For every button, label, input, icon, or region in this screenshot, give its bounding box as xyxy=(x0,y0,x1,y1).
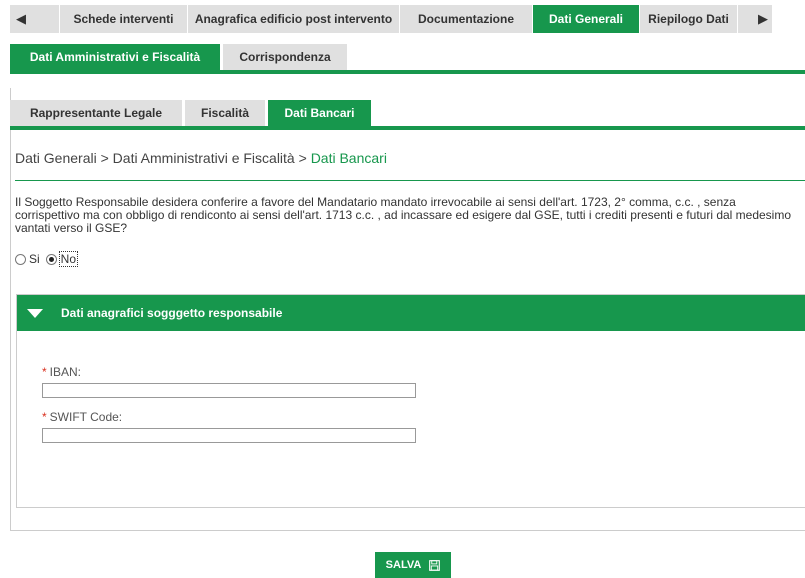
required-asterisk: * xyxy=(42,410,47,424)
radio-no-label[interactable]: No xyxy=(58,251,79,267)
tab-schede-interventi[interactable]: Schede interventi xyxy=(60,5,188,33)
sub-tab-bar: Dati Amministrativi e Fiscalità Corrispo… xyxy=(10,44,805,74)
radio-si[interactable] xyxy=(15,253,26,265)
tab-corrispondenza[interactable]: Corrispondenza xyxy=(223,44,347,70)
save-button-label: SALVA xyxy=(385,559,422,571)
mandate-radio-group: Si No xyxy=(15,251,83,267)
tab-rappresentante-legale[interactable]: Rappresentante Legale xyxy=(10,100,182,126)
breadcrumb-item-dati-amministrativi: Dati Amministrativi e Fiscalità xyxy=(112,150,295,166)
floppy-disk-icon xyxy=(429,559,441,571)
swift-label: * SWIFT Code: xyxy=(42,410,123,424)
breadcrumb: Dati Generali > Dati Amministrativi e Fi… xyxy=(15,150,387,166)
tab-documentazione[interactable]: Documentazione xyxy=(400,5,533,33)
section-tab-bar: Rappresentante Legale Fiscalità Dati Ban… xyxy=(10,100,805,130)
breadcrumb-item-dati-generali: Dati Generali xyxy=(15,150,97,166)
radio-no[interactable] xyxy=(45,253,57,265)
tab-scroll-right-icon[interactable]: ▶ xyxy=(738,5,772,33)
tab-dati-generali[interactable]: Dati Generali xyxy=(533,5,640,33)
breadcrumb-divider xyxy=(15,180,805,181)
save-button[interactable]: SALVA xyxy=(375,552,451,578)
radio-si-label[interactable]: Si xyxy=(29,252,40,266)
iban-input[interactable] xyxy=(42,383,416,398)
mandate-question-text: Il Soggetto Responsabile desidera confer… xyxy=(15,195,792,235)
main-tab-bar: ◀ Schede interventi Anagrafica edificio … xyxy=(10,5,805,33)
tab-fiscalita[interactable]: Fiscalità xyxy=(185,100,265,126)
panel-header[interactable]: Dati anagrafici sogggetto responsabile xyxy=(17,295,805,331)
tab-anagrafica-edificio[interactable]: Anagrafica edificio post intervento xyxy=(188,5,400,33)
iban-label: * IBAN: xyxy=(42,365,82,379)
collapse-triangle-icon xyxy=(27,308,43,318)
tab-riepilogo-dati[interactable]: Riepilogo Dati xyxy=(640,5,738,33)
panel-title: Dati anagrafici sogggetto responsabile xyxy=(61,306,283,320)
responsible-data-panel: Dati anagrafici sogggetto responsabile *… xyxy=(16,294,805,508)
breadcrumb-separator: > xyxy=(298,150,307,166)
breadcrumb-separator: > xyxy=(100,150,109,166)
swift-input[interactable] xyxy=(42,428,416,443)
tab-dati-bancari[interactable]: Dati Bancari xyxy=(268,100,371,126)
breadcrumb-current: Dati Bancari xyxy=(310,150,387,166)
tab-scroll-left-icon[interactable]: ◀ xyxy=(10,5,60,33)
required-asterisk: * xyxy=(42,365,47,379)
tab-dati-amministrativi[interactable]: Dati Amministrativi e Fiscalità xyxy=(10,44,220,70)
